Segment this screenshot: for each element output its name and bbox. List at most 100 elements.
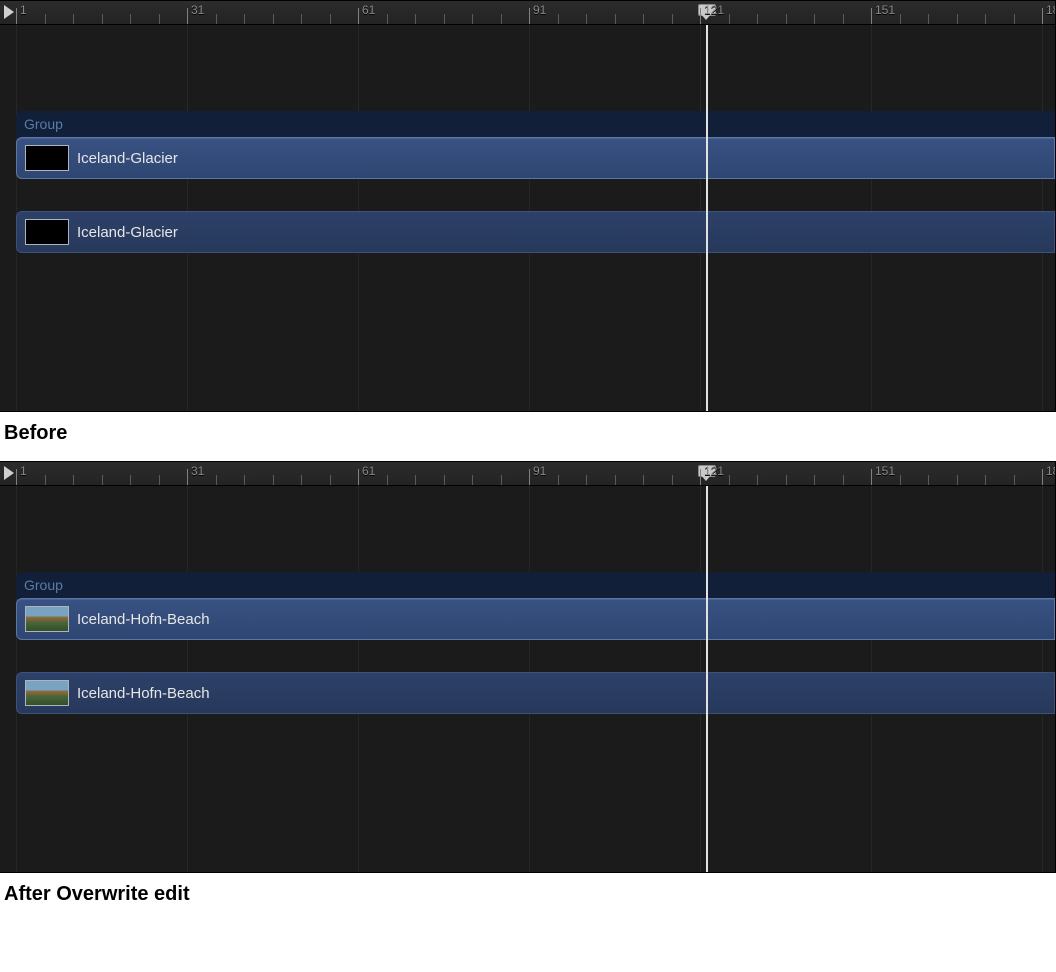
ruler-tick — [73, 475, 74, 485]
timeline-ruler[interactable]: 1316191121151181 — [0, 1, 1055, 25]
ruler-tick — [672, 475, 673, 485]
ruler-tick — [130, 475, 131, 485]
ruler-tick — [957, 475, 958, 485]
ruler-tick-label: 91 — [533, 464, 546, 478]
clip-name: Iceland-Hofn-Beach — [77, 685, 210, 702]
ruler-tick-label: 1 — [20, 464, 27, 478]
ruler-tick-major — [700, 8, 701, 24]
ruler-tick — [501, 14, 502, 24]
group-header[interactable]: Group — [16, 111, 1055, 137]
ruler-tick — [729, 14, 730, 24]
ruler-tick — [501, 475, 502, 485]
ruler-tick-major — [358, 8, 359, 24]
ruler-tick — [387, 14, 388, 24]
ruler-tick — [928, 475, 929, 485]
clip[interactable]: Iceland-Glacier — [16, 137, 1055, 179]
ruler-tick — [900, 14, 901, 24]
ruler-tick — [843, 475, 844, 485]
ruler-tick — [757, 14, 758, 24]
ruler-tick-label: 151 — [875, 464, 895, 478]
ruler-tick — [843, 14, 844, 24]
ruler-tick-major — [871, 469, 872, 485]
ruler-tick-major — [187, 8, 188, 24]
ruler-tick — [130, 14, 131, 24]
timeline-start-marker-icon — [4, 466, 14, 480]
ruler-tick — [985, 14, 986, 24]
clip-thumbnail — [25, 219, 69, 245]
ruler-tick — [643, 475, 644, 485]
timeline-ruler[interactable]: 1 31 61 91 121 151 181 — [0, 462, 1055, 486]
ruler-tick — [45, 14, 46, 24]
ruler-tick-major — [700, 469, 701, 485]
ruler-tick — [814, 475, 815, 485]
ruler-tick-major — [187, 469, 188, 485]
clip-thumbnail — [25, 606, 69, 632]
ruler-tick — [444, 475, 445, 485]
ruler-tick-major — [529, 8, 530, 24]
ruler-tick — [415, 475, 416, 485]
ruler-tick-major — [871, 8, 872, 24]
ruler-tick-major — [16, 469, 17, 485]
ruler-tick — [159, 14, 160, 24]
ruler-tick-label: 31 — [191, 464, 204, 478]
timeline-tracks-area[interactable]: Group Iceland-Hofn-Beach Iceland-Hofn-Be… — [0, 486, 1055, 872]
ruler-tick-label: 1 — [20, 3, 27, 17]
clip-name: Iceland-Hofn-Beach — [77, 611, 210, 628]
ruler-tick — [45, 475, 46, 485]
ruler-tick-label: 181 — [1046, 464, 1056, 478]
ruler-tick — [900, 475, 901, 485]
ruler-tick — [330, 475, 331, 485]
ruler-tick — [814, 14, 815, 24]
ruler-tick — [1014, 14, 1015, 24]
ruler-tick — [216, 475, 217, 485]
timeline-tracks-area[interactable]: Group Iceland-Glacier Iceland-Glacier — [0, 25, 1055, 411]
ruler-tick — [472, 475, 473, 485]
clip[interactable]: Iceland-Hofn-Beach — [16, 598, 1055, 640]
ruler-tick — [387, 475, 388, 485]
ruler-tick — [301, 14, 302, 24]
ruler-tick — [615, 475, 616, 485]
ruler-tick — [102, 14, 103, 24]
ruler-tick — [472, 14, 473, 24]
clip-name: Iceland-Glacier — [77, 224, 178, 241]
ruler-tick — [216, 14, 217, 24]
ruler-tick — [558, 475, 559, 485]
ruler-tick-major — [529, 469, 530, 485]
clip-name: Iceland-Glacier — [77, 150, 178, 167]
ruler-tick — [757, 475, 758, 485]
ruler-tick — [985, 475, 986, 485]
ruler-tick — [957, 14, 958, 24]
ruler-tick-label: 61 — [362, 3, 375, 17]
ruler-tick — [928, 14, 929, 24]
ruler-tick — [729, 475, 730, 485]
ruler-tick — [672, 14, 673, 24]
ruler-tick — [444, 14, 445, 24]
ruler-tick-label: 181 — [1046, 3, 1056, 17]
ruler-tick — [301, 475, 302, 485]
ruler-tick — [1014, 475, 1015, 485]
ruler-tick-label: 121 — [704, 3, 724, 17]
timeline-after: 1 31 61 91 121 151 181 Group Iceland-Hofn-Beac… — [0, 461, 1056, 873]
timeline-before: 1316191121151181 Group Iceland-Glacier I… — [0, 0, 1056, 412]
ruler-tick — [643, 14, 644, 24]
ruler-tick — [586, 475, 587, 485]
ruler-tick-major — [1042, 8, 1043, 24]
clip-thumbnail — [25, 680, 69, 706]
caption-after: After Overwrite edit — [0, 873, 1056, 922]
clip-thumbnail — [25, 145, 69, 171]
ruler-tick — [330, 14, 331, 24]
ruler-tick — [273, 475, 274, 485]
ruler-tick — [244, 14, 245, 24]
clip[interactable]: Iceland-Glacier — [16, 211, 1055, 253]
ruler-tick — [786, 14, 787, 24]
ruler-tick-label: 61 — [362, 464, 375, 478]
group-label: Group — [24, 116, 63, 132]
group-header[interactable]: Group — [16, 572, 1055, 598]
caption-before: Before — [0, 412, 1056, 461]
ruler-tick-major — [358, 469, 359, 485]
ruler-tick-label: 121 — [704, 464, 724, 478]
ruler-tick — [102, 475, 103, 485]
clip[interactable]: Iceland-Hofn-Beach — [16, 672, 1055, 714]
ruler-tick-label: 151 — [875, 3, 895, 17]
ruler-tick — [244, 475, 245, 485]
